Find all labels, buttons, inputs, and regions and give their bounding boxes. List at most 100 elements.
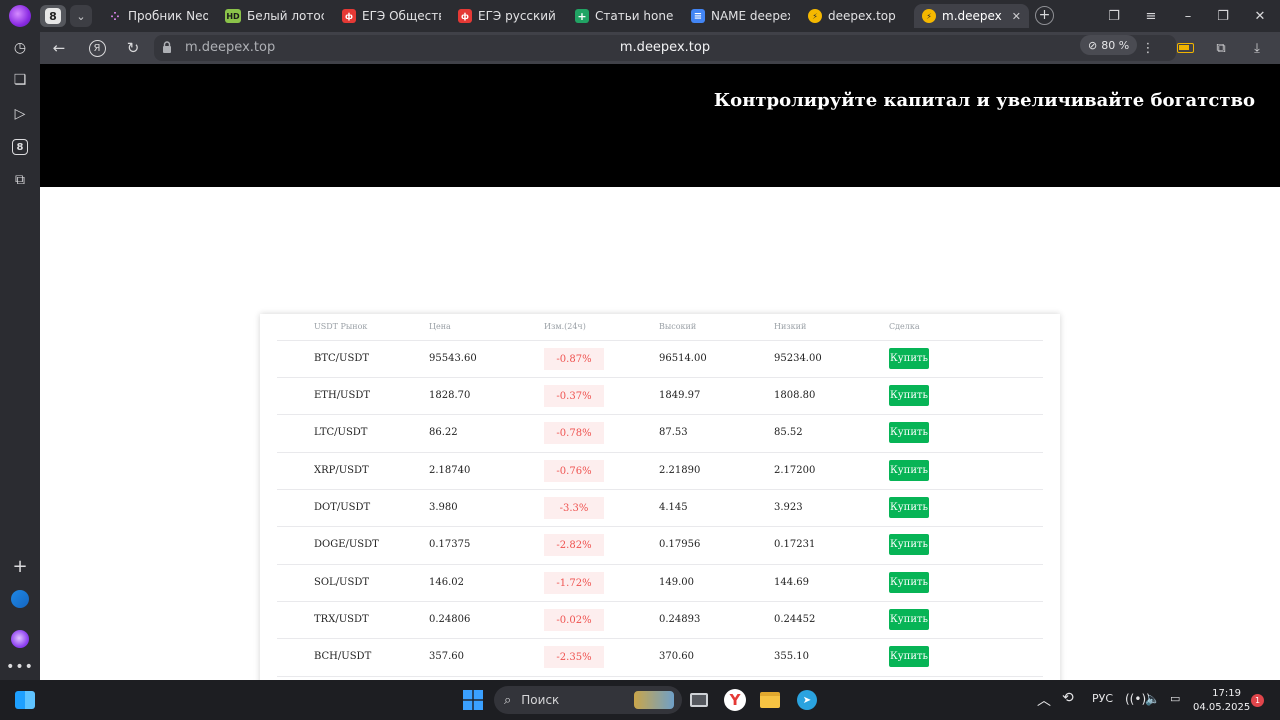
price-cell: 86.22: [429, 427, 458, 438]
tab-count-button[interactable]: 8: [40, 5, 66, 27]
price-cell: 1828.70: [429, 390, 471, 401]
tab-title: deepex.top: [828, 9, 896, 23]
yandex-logo-icon[interactable]: Я: [84, 36, 110, 60]
price-cell: 357.60: [429, 651, 464, 662]
video-play-icon[interactable]: ▷: [10, 104, 30, 124]
change-cell: -2.82%: [544, 534, 604, 556]
pair-cell[interactable]: ETH/USDT: [314, 390, 370, 401]
add-panel-plus-icon[interactable]: +: [10, 556, 30, 577]
pair-cell[interactable]: XRP/USDT: [314, 465, 369, 476]
price-cell: 2.18740: [429, 465, 471, 476]
price-cell: 95543.60: [429, 353, 477, 364]
zoom-indicator[interactable]: ⊘ 80 %: [1080, 35, 1138, 55]
pair-cell[interactable]: DOT/USDT: [314, 502, 370, 513]
profile-avatar[interactable]: [9, 5, 31, 27]
table-row: DOGE/USDT 0.17375 -2.82% 0.17956 0.17231…: [260, 527, 1060, 564]
low-cell: 0.24452: [774, 614, 816, 625]
clock[interactable]: 17:19 04.05.2025: [1193, 687, 1250, 715]
sheets-icon: +: [575, 9, 589, 23]
hero-title: Контролируйте капитал и увеличивайте бог…: [713, 90, 1255, 111]
time: 17:19: [1212, 688, 1241, 699]
buy-button[interactable]: Купить: [889, 534, 929, 555]
history-icon[interactable]: ◷: [10, 38, 30, 58]
buy-button[interactable]: Купить: [889, 348, 929, 369]
telegram-icon[interactable]: ➤: [794, 687, 820, 713]
buy-button[interactable]: Купить: [889, 497, 929, 518]
extensions-icon[interactable]: ⧉: [1210, 37, 1232, 59]
table-row: DOT/USDT 3.980 -3.3% 4.145 3.923 Купить: [260, 490, 1060, 527]
tab-3[interactable]: ф ЕГЭ Общество: [334, 4, 449, 28]
tab-title: Белый лотос 1-: [247, 9, 324, 23]
zoom-value: 80 %: [1101, 38, 1130, 52]
doc-red-icon: ф: [342, 9, 356, 23]
back-arrow-icon[interactable]: ←: [46, 36, 72, 60]
buy-button[interactable]: Купить: [889, 572, 929, 593]
price-cell: 0.24806: [429, 614, 471, 625]
menu-icon[interactable]: ≡: [1137, 5, 1165, 27]
buy-button[interactable]: Купить: [889, 460, 929, 481]
tab-7[interactable]: ⚡ deepex.top: [800, 4, 912, 28]
buy-button[interactable]: Купить: [889, 422, 929, 443]
table-row: LTC/USDT 86.22 -0.78% 87.53 85.52 Купить: [260, 415, 1060, 452]
pair-cell[interactable]: BTC/USDT: [314, 353, 369, 364]
volume-icon[interactable]: 🔈: [1145, 692, 1160, 706]
buy-button[interactable]: Купить: [889, 609, 929, 630]
taskbar-search[interactable]: ⌕ Поиск: [494, 686, 682, 714]
table-row: TRX/USDT 0.24806 -0.02% 0.24893 0.24452 …: [260, 602, 1060, 639]
pair-cell[interactable]: SOL/USDT: [314, 577, 369, 588]
high-cell: 0.24893: [659, 614, 701, 625]
high-cell: 2.21890: [659, 465, 701, 476]
tab-title: Статьи honest t: [595, 9, 674, 23]
widgets-icon[interactable]: [12, 687, 38, 713]
downloads-icon[interactable]: ⤓: [1246, 37, 1268, 59]
battery-icon[interactable]: ▭: [1170, 692, 1180, 705]
task-view-icon[interactable]: [686, 687, 712, 713]
battery-saver-icon[interactable]: [1174, 37, 1196, 59]
show-hidden-chevron-icon[interactable]: ︿: [1037, 690, 1051, 710]
address-bar[interactable]: m.deepex.top m.deepex.top: [154, 35, 1176, 61]
tab-8-active[interactable]: ⚡ m.deepex.top ✕: [914, 4, 1029, 28]
tab-4[interactable]: ф ЕГЭ русский яз: [450, 4, 565, 28]
tab-5[interactable]: + Статьи honest t: [567, 4, 682, 28]
low-cell: 2.17200: [774, 465, 816, 476]
windows-start-icon[interactable]: [460, 687, 486, 713]
pair-cell[interactable]: TRX/USDT: [314, 614, 369, 625]
close-tab-icon[interactable]: ✕: [1012, 10, 1021, 23]
tab-count-sidebar-icon[interactable]: 8: [10, 137, 30, 157]
sync-icon[interactable]: ⟲: [1062, 690, 1074, 706]
close-window-icon[interactable]: ✕: [1246, 5, 1274, 27]
table-row: XRP/USDT 2.18740 -0.76% 2.21890 2.17200 …: [260, 453, 1060, 490]
more-vertical-icon[interactable]: ⋮: [1137, 37, 1159, 59]
collections-icon[interactable]: ❐: [1100, 5, 1128, 27]
url-title: m.deepex.top: [619, 40, 711, 55]
collections-icon[interactable]: ❏: [10, 70, 30, 90]
language-indicator[interactable]: РУС: [1092, 692, 1113, 705]
more-dots-icon[interactable]: •••: [6, 657, 33, 677]
change-cell: -0.78%: [544, 422, 604, 444]
notification-badge[interactable]: 1: [1251, 694, 1264, 707]
pair-cell[interactable]: DOGE/USDT: [314, 539, 379, 550]
high-cell: 1849.97: [659, 390, 701, 401]
buy-button[interactable]: Купить: [889, 385, 929, 406]
pair-cell[interactable]: BCH/USDT: [314, 651, 371, 662]
yandex-browser-taskbar-icon[interactable]: Y: [722, 687, 748, 713]
file-explorer-icon[interactable]: [757, 687, 783, 713]
screenshot-icon[interactable]: ⧉: [10, 170, 30, 190]
new-tab-plus-icon[interactable]: +: [1035, 6, 1054, 25]
restore-icon[interactable]: ❐: [1209, 5, 1237, 27]
tab-6[interactable]: ≡ NAME deepex -: [683, 4, 798, 28]
buy-button[interactable]: Купить: [889, 646, 929, 667]
alice-assistant-icon[interactable]: [10, 629, 30, 649]
pair-cell[interactable]: LTC/USDT: [314, 427, 367, 438]
page-viewport: Контролируйте капитал и увеличивайте бог…: [40, 64, 1280, 680]
change-cell: -0.02%: [544, 609, 604, 631]
reload-icon[interactable]: ↻: [120, 36, 146, 60]
tab-list-chevron-icon[interactable]: ⌄: [70, 5, 92, 27]
tab-1[interactable]: ⁘ Пробник NeoFa: [100, 4, 216, 28]
tab-2[interactable]: HD Белый лотос 1-: [217, 4, 332, 28]
header-high: Высокий: [659, 322, 697, 331]
header-low: Низкий: [774, 322, 807, 331]
zen-app-icon[interactable]: [10, 589, 30, 609]
tab-title: ЕГЭ Общество: [362, 9, 441, 23]
minimize-icon[interactable]: –: [1174, 5, 1202, 27]
